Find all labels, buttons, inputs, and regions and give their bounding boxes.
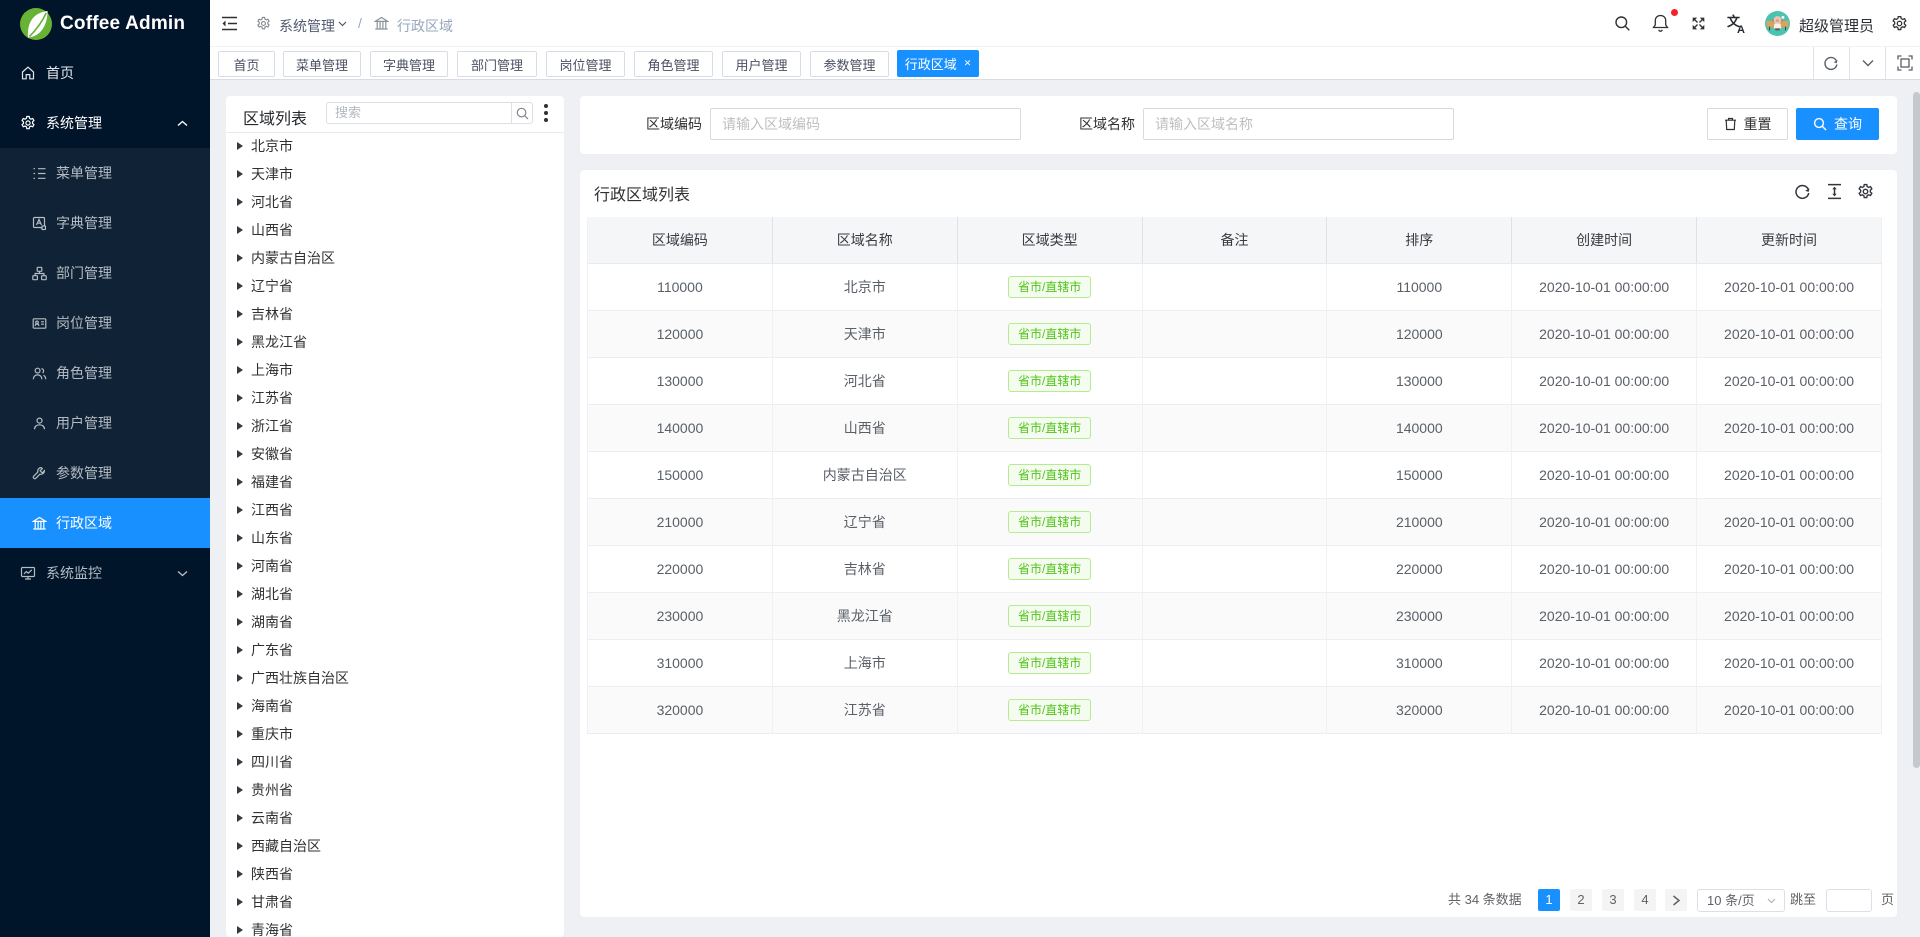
svg-text:A: A	[1737, 24, 1745, 34]
